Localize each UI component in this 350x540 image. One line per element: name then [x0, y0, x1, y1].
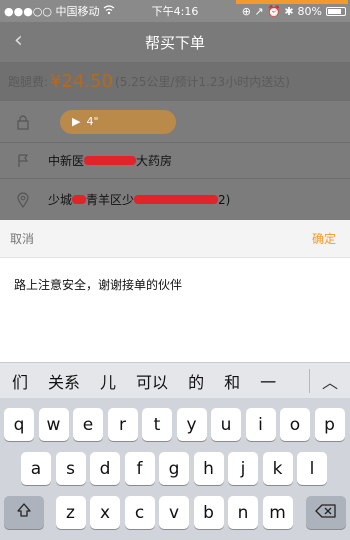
battery-icon [326, 6, 346, 16]
key-f[interactable]: f [124, 452, 155, 485]
cancel-button[interactable]: 取消 [10, 230, 34, 247]
address-mid: 青羊区少 [86, 193, 135, 207]
candidate-word[interactable]: 可以 [136, 369, 168, 393]
key-p[interactable]: p [314, 408, 345, 441]
key-d[interactable]: d [90, 452, 120, 485]
key-j[interactable]: j [228, 452, 258, 485]
shift-key[interactable] [4, 496, 44, 529]
shift-icon [16, 502, 32, 523]
voice-message-pill[interactable]: ▶ 4" [60, 109, 176, 134]
candidate-word[interactable]: 一 [260, 369, 276, 393]
key-o[interactable]: o [280, 408, 310, 441]
status-icons: ⊕ ↗ ⏰ ✱ [241, 4, 294, 18]
candidate-divider [309, 369, 310, 393]
fee-label: 跑腿费: [8, 74, 49, 89]
candidate-word[interactable]: 和 [224, 369, 240, 393]
key-u[interactable]: u [211, 408, 241, 441]
candidate-bar: 们 关系 儿 可以 的 和 一 ︿ [0, 362, 350, 398]
screen: ●●●○○ 中国移动 下午4:16 ⊕ ↗ ⏰ ✱ 80% ‹ 帮买下单 跑腿费… [0, 0, 350, 540]
back-chevron-icon[interactable]: ‹ [14, 28, 23, 53]
address-row-shop[interactable]: 中新医 大药房 [0, 142, 350, 178]
fee-detail: (5.25公里/预计1.23小时内送达) [115, 74, 290, 89]
key-w[interactable]: w [38, 408, 69, 441]
key-a[interactable]: a [21, 452, 51, 485]
keyboard: q w e r t y u i o p a s d f g h j k l z … [0, 398, 350, 540]
key-y[interactable]: y [176, 408, 207, 441]
location-pin-icon [14, 191, 32, 209]
note-input[interactable]: 路上注意安全，谢谢接单的伙伴 [0, 258, 350, 311]
note-sheet: 取消 确定 路上注意安全，谢谢接单的伙伴 [0, 220, 350, 362]
key-i[interactable]: i [245, 408, 276, 441]
key-q[interactable]: q [4, 408, 34, 441]
key-h[interactable]: h [193, 452, 224, 485]
lock-icon [14, 113, 32, 131]
key-k[interactable]: k [262, 452, 293, 485]
key-g[interactable]: g [159, 452, 189, 485]
key-x[interactable]: x [90, 496, 120, 529]
voice-duration: 4" [86, 115, 99, 128]
redaction-mark [72, 195, 87, 204]
voice-note-row: ▶ 4" [0, 100, 350, 142]
chevron-up-icon[interactable]: ︿ [322, 369, 338, 393]
status-left: ●●●○○ 中国移动 [4, 3, 242, 19]
sheet-toolbar: 取消 确定 [0, 220, 350, 258]
wifi-icon [103, 4, 115, 18]
candidate-word[interactable]: 的 [188, 369, 204, 393]
candidate-word[interactable]: 儿 [100, 369, 116, 393]
key-n[interactable]: n [228, 496, 258, 529]
address-prefix: 少城 [48, 193, 73, 207]
order-content: 跑腿费: ¥24.50 (5.25公里/预计1.23小时内送达) ▶ 4" 中新… [0, 62, 350, 220]
address-suffix: 2) [218, 192, 231, 207]
backspace-icon [315, 503, 337, 523]
play-icon: ▶ [72, 115, 81, 128]
confirm-button[interactable]: 确定 [312, 230, 336, 247]
accent-strip [236, 0, 348, 4]
key-e[interactable]: e [73, 408, 103, 441]
key-l[interactable]: l [297, 452, 327, 485]
page-title: 帮买下单 [144, 33, 205, 52]
fee-amount: ¥24.50 [50, 71, 113, 92]
key-b[interactable]: b [193, 496, 224, 529]
status-bar: ●●●○○ 中国移动 下午4:16 ⊕ ↗ ⏰ ✱ 80% [0, 0, 350, 22]
key-c[interactable]: c [124, 496, 155, 529]
redaction-mark [134, 195, 219, 204]
shop-name-suffix: 大药房 [136, 154, 173, 168]
key-m[interactable]: m [262, 496, 293, 529]
delete-key[interactable] [306, 496, 346, 529]
status-right: ⊕ ↗ ⏰ ✱ 80% [242, 5, 346, 18]
fee-row: 跑腿费: ¥24.50 (5.25公里/预计1.23小时内送达) [0, 62, 350, 100]
shop-name-prefix: 中新医 [48, 154, 85, 168]
carrier-label: ●●●○○ 中国移动 [4, 5, 100, 18]
battery-percent: 80% [297, 4, 322, 18]
candidate-word[interactable]: 们 [12, 369, 28, 393]
key-r[interactable]: r [107, 408, 138, 441]
redaction-mark [84, 156, 137, 165]
candidate-word[interactable]: 关系 [48, 369, 80, 393]
fee-amount-value: 24.50 [61, 70, 114, 92]
nav-bar: ‹ 帮买下单 [0, 22, 350, 62]
key-s[interactable]: s [55, 452, 86, 485]
key-v[interactable]: v [159, 496, 189, 529]
address-row-delivery[interactable]: 少城 青羊区少 2) [0, 178, 350, 220]
flag-icon [14, 152, 32, 170]
fee-currency: ¥ [50, 70, 62, 92]
key-z[interactable]: z [55, 496, 86, 529]
key-t[interactable]: t [142, 408, 172, 441]
